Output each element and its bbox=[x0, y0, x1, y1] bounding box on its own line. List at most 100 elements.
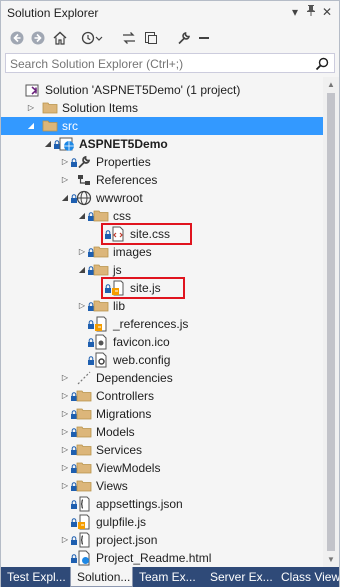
tree-item-label: Views bbox=[96, 479, 128, 493]
tree-item[interactable]: Solution 'ASPNET5Demo' (1 project) bbox=[1, 81, 323, 99]
collapse-arrow-icon[interactable]: ◢ bbox=[77, 261, 87, 279]
tree-item-label: ASPNET5Demo bbox=[79, 137, 168, 151]
tree-item-label: gulpfile.js bbox=[96, 515, 147, 529]
tree-item-label: Solution 'ASPNET5Demo' (1 project) bbox=[45, 83, 241, 97]
folder-icon bbox=[76, 442, 92, 458]
tree-item-label: project.json bbox=[96, 533, 158, 547]
back-icon[interactable] bbox=[7, 28, 27, 48]
expand-arrow-icon[interactable]: ▷ bbox=[60, 369, 70, 387]
collapse-arrow-icon[interactable]: ◢ bbox=[43, 135, 53, 153]
expand-arrow-icon[interactable]: ▷ bbox=[60, 459, 70, 477]
folder-icon bbox=[42, 100, 58, 116]
tree-item-label: images bbox=[113, 245, 152, 259]
tree-item[interactable]: appsettings.json bbox=[1, 495, 323, 513]
highlight-box bbox=[101, 223, 192, 245]
expand-arrow-icon[interactable]: ▷ bbox=[60, 531, 70, 549]
tree-item[interactable]: ▷ Views bbox=[1, 477, 323, 495]
expand-arrow-icon[interactable]: ▷ bbox=[60, 441, 70, 459]
tree-item[interactable]: ▷ Migrations bbox=[1, 405, 323, 423]
tree-item[interactable]: favicon.ico bbox=[1, 333, 323, 351]
tree-item[interactable]: ▷ images bbox=[1, 243, 323, 261]
search-icon[interactable] bbox=[314, 56, 330, 72]
collapse-all-icon[interactable] bbox=[194, 28, 214, 48]
auto-hide-pin-icon[interactable] bbox=[303, 4, 319, 20]
ico-file-icon bbox=[93, 334, 109, 350]
tab-class-view[interactable]: Class View bbox=[275, 567, 339, 587]
vertical-scrollbar[interactable]: ▲ ▼ bbox=[323, 77, 339, 567]
tree-item[interactable]: gulpfile.js bbox=[1, 513, 323, 531]
close-icon[interactable]: ✕ bbox=[319, 4, 335, 20]
folder-icon bbox=[76, 460, 92, 476]
tree-item-label: Controllers bbox=[96, 389, 155, 403]
tree-item-label: ViewModels bbox=[96, 461, 161, 475]
window-position-dropdown-icon[interactable]: ▾ bbox=[287, 4, 303, 20]
home-icon[interactable] bbox=[50, 28, 70, 48]
tree-item-label: Solution Items bbox=[62, 101, 139, 115]
tree-item-label: Services bbox=[96, 443, 143, 457]
solution-explorer-window: Solution Explorer ▾ ✕ Search Solution Ex… bbox=[0, 0, 340, 587]
solution-icon bbox=[25, 82, 41, 98]
folder-icon bbox=[93, 262, 109, 278]
tree-item[interactable]: ▷ Dependencies bbox=[1, 369, 323, 387]
tree-item-label: References bbox=[96, 173, 158, 187]
tree-item-label: Migrations bbox=[96, 407, 152, 421]
expand-arrow-icon[interactable]: ▷ bbox=[60, 153, 70, 171]
tree-item[interactable]: _references.js bbox=[1, 315, 323, 333]
folder-icon bbox=[42, 118, 58, 134]
folder-icon bbox=[76, 388, 92, 404]
forward-icon[interactable] bbox=[28, 28, 48, 48]
title-bar: Solution Explorer ▾ ✕ bbox=[1, 1, 339, 25]
dependencies-icon bbox=[76, 370, 92, 386]
toolbar bbox=[1, 25, 339, 53]
collapse-arrow-icon[interactable]: ◢ bbox=[77, 207, 87, 225]
properties-wrench-icon[interactable] bbox=[174, 28, 194, 48]
tab-team-ex[interactable]: Team Ex... bbox=[133, 567, 204, 587]
tree-item[interactable]: web.config bbox=[1, 351, 323, 369]
tree-item[interactable]: ▷ Controllers bbox=[1, 387, 323, 405]
tree-item[interactable]: ▷ References bbox=[1, 171, 323, 189]
tab-solution[interactable]: Solution... bbox=[70, 567, 133, 587]
config-file-icon bbox=[93, 352, 109, 368]
sync-with-active-document-icon[interactable] bbox=[119, 28, 139, 48]
tree-item[interactable]: ◢ wwwroot bbox=[1, 189, 323, 207]
tree-item[interactable]: ▷ Properties bbox=[1, 153, 323, 171]
scroll-down-icon[interactable]: ▼ bbox=[326, 555, 336, 565]
tree-item[interactable]: ▷ Solution Items bbox=[1, 99, 323, 117]
tree-item[interactable]: ▷ Services bbox=[1, 441, 323, 459]
expand-arrow-icon[interactable]: ▷ bbox=[60, 477, 70, 495]
expand-arrow-icon[interactable]: ▷ bbox=[77, 297, 87, 315]
highlight-box bbox=[101, 277, 186, 299]
tree-item[interactable]: ▷ ViewModels bbox=[1, 459, 323, 477]
tree-item[interactable]: ◢ ASPNET5Demo bbox=[1, 135, 323, 153]
tab-test-expl[interactable]: Test Expl... bbox=[1, 567, 70, 587]
tree-item-label: Dependencies bbox=[96, 371, 173, 385]
tab-server-ex[interactable]: Server Ex... bbox=[204, 567, 275, 587]
solution-tree: Solution 'ASPNET5Demo' (1 project) ▷ Solut… bbox=[1, 77, 323, 567]
scroll-up-icon[interactable]: ▲ bbox=[326, 80, 336, 90]
tree-item-label: appsettings.json bbox=[96, 497, 183, 511]
expand-arrow-icon[interactable]: ▷ bbox=[60, 387, 70, 405]
tree-item[interactable]: ◢ src bbox=[1, 117, 323, 135]
json-file-icon bbox=[76, 532, 92, 548]
expand-arrow-icon[interactable]: ▷ bbox=[26, 99, 36, 117]
tree-item[interactable]: ▷ Models bbox=[1, 423, 323, 441]
collapse-arrow-icon[interactable]: ◢ bbox=[26, 117, 36, 135]
tree-item[interactable]: Project_Readme.html bbox=[1, 549, 323, 567]
tree-item[interactable]: ▷ project.json bbox=[1, 531, 323, 549]
js-file-icon bbox=[93, 316, 109, 332]
tree-item-label: Properties bbox=[96, 155, 151, 169]
tree-item-label: Project_Readme.html bbox=[96, 551, 212, 565]
expand-arrow-icon[interactable]: ▷ bbox=[60, 423, 70, 441]
expand-arrow-icon[interactable]: ▷ bbox=[77, 243, 87, 261]
expand-arrow-icon[interactable]: ▷ bbox=[60, 405, 70, 423]
scrollbar-thumb[interactable] bbox=[327, 93, 335, 551]
expand-arrow-icon[interactable]: ▷ bbox=[60, 171, 70, 189]
search-input[interactable] bbox=[10, 56, 300, 71]
references-icon bbox=[76, 172, 92, 188]
tree-item-label: favicon.ico bbox=[113, 335, 170, 349]
folder-icon bbox=[76, 406, 92, 422]
collapse-arrow-icon[interactable]: ◢ bbox=[60, 189, 70, 207]
refresh-icon[interactable] bbox=[141, 28, 161, 48]
pending-changes-filter-icon[interactable] bbox=[81, 28, 103, 48]
tree-item[interactable]: ▷ lib bbox=[1, 297, 323, 315]
